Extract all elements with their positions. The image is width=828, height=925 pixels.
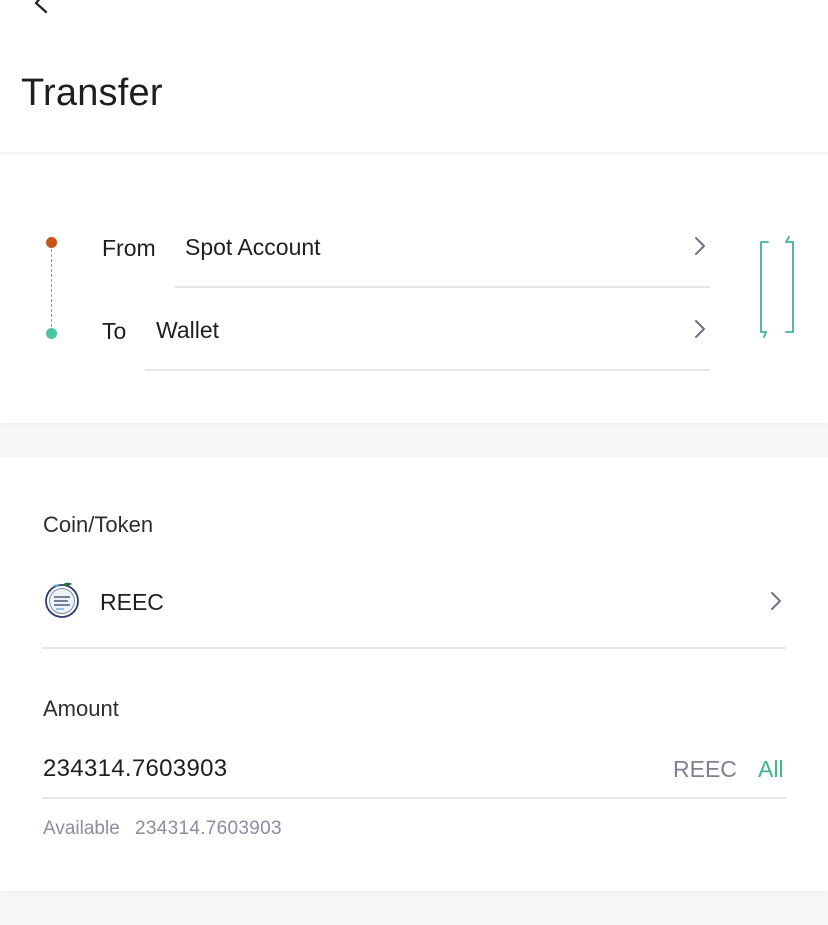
page-title: Transfer (21, 72, 163, 114)
coin-token-label: Coin/Token (43, 512, 154, 537)
all-button[interactable]: All (758, 756, 784, 783)
available-label: Available (43, 818, 120, 839)
amount-divider (42, 797, 786, 799)
coin-name[interactable]: REEC (100, 589, 164, 616)
chevron-right-icon[interactable] (693, 319, 707, 339)
from-account-value[interactable]: Spot Account (185, 234, 321, 261)
to-label: To (102, 318, 127, 344)
back-arrow-icon[interactable] (24, 0, 60, 20)
amount-input[interactable] (43, 752, 643, 786)
amount-unit: REEC (673, 756, 737, 782)
from-dot-icon (46, 237, 57, 248)
available-balance: 234314.7603903 (135, 818, 282, 839)
transfer-direction-card (0, 155, 828, 423)
reec-coin-logo-icon (45, 582, 79, 618)
amount-label: Amount (43, 696, 119, 721)
to-divider (145, 369, 710, 371)
chevron-right-icon[interactable] (769, 591, 783, 611)
chevron-right-icon[interactable] (693, 236, 707, 256)
connector-line (51, 249, 52, 327)
to-dot-icon (46, 328, 57, 339)
swap-vertical-icon[interactable] (756, 236, 798, 340)
to-account-value[interactable]: Wallet (156, 317, 219, 344)
from-label: From (102, 235, 156, 261)
coin-divider (42, 647, 786, 649)
from-divider (175, 286, 710, 288)
to-account-selector[interactable] (145, 303, 710, 369)
